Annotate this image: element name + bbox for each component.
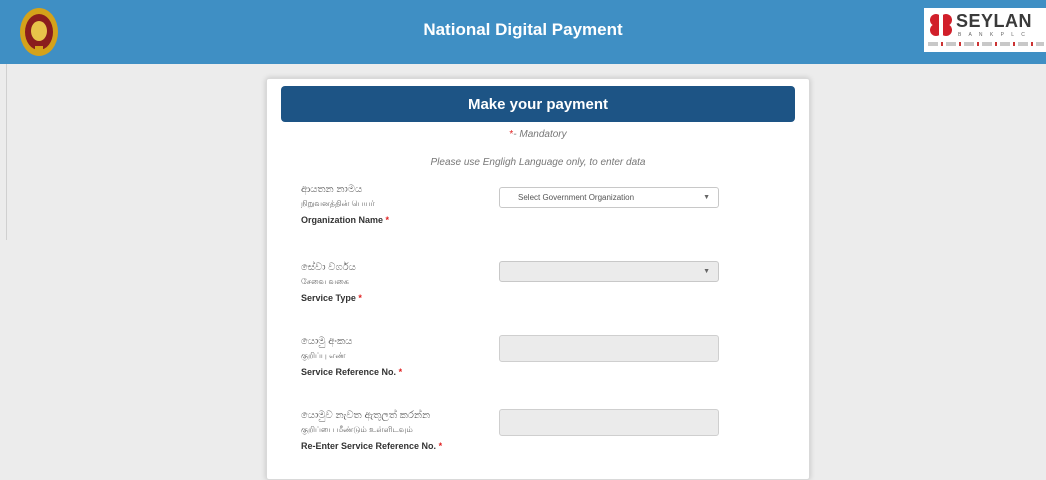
label-tamil: குறிப்பை மீண்டும் உள்ளிடவும் bbox=[301, 425, 413, 434]
mandatory-text: - Mandatory bbox=[513, 129, 567, 140]
label-sinhala: යොමු අංකය bbox=[301, 336, 353, 347]
seylan-mark-icon bbox=[930, 14, 952, 36]
label-tamil: சேவை வகை bbox=[301, 277, 349, 286]
language-note: Please use Engligh Language only, to ent… bbox=[430, 157, 646, 168]
bank-name: SEYLAN bbox=[956, 11, 1033, 31]
chevron-down-icon: ▼ bbox=[703, 268, 710, 275]
label-english: Re-Enter Service Reference No. * bbox=[301, 441, 443, 451]
app-title: National Digital Payment bbox=[423, 20, 623, 39]
bank-subline: B A N K P L C bbox=[958, 32, 1028, 38]
chevron-down-icon: ▼ bbox=[703, 194, 710, 201]
service-type-select[interactable]: ▼ bbox=[499, 261, 719, 282]
service-type-label: සේවා වර්ගය சேவை வகை Service Type * bbox=[301, 261, 501, 305]
payment-form-card: Make your payment *- Mandatory Please us… bbox=[266, 78, 810, 480]
label-sinhala: යොමුව නැවත ඇතුලත් කරන්න bbox=[301, 410, 431, 421]
label-english: Service Type * bbox=[301, 293, 362, 303]
organization-name-select[interactable]: Select Government Organization ▼ bbox=[499, 187, 719, 208]
selected-value: Select Government Organization bbox=[518, 193, 635, 202]
label-english: Organization Name * bbox=[301, 215, 390, 225]
top-header-bar: National Digital Payment SEYLAN B A N K … bbox=[0, 0, 1046, 64]
seylan-bank-logo: SEYLAN B A N K P L C bbox=[924, 8, 1046, 52]
mandatory-note: *- Mandatory bbox=[267, 129, 809, 140]
label-tamil: குறிப்பு எண் bbox=[301, 351, 346, 360]
label-sinhala: ආයතන නාමය bbox=[301, 184, 363, 195]
re-enter-reference-input[interactable] bbox=[499, 409, 719, 436]
re-enter-reference-label: යොමුව නැවත ඇතුලත් කරන්න குறிப்பை மீண்டும… bbox=[301, 409, 501, 453]
page-divider bbox=[6, 64, 7, 240]
form-title: Make your payment bbox=[281, 86, 795, 122]
bank-tagline bbox=[928, 42, 1044, 46]
label-sinhala: සේවා වර්ගය bbox=[301, 262, 356, 273]
service-reference-input[interactable] bbox=[499, 335, 719, 362]
label-english: Service Reference No. * bbox=[301, 367, 403, 377]
organization-name-label: ආයතන නාමය நிறுவனத்தின் பெயர் Organizatio… bbox=[301, 183, 501, 227]
label-tamil: நிறுவனத்தின் பெயர் bbox=[301, 199, 375, 208]
service-reference-label: යොමු අංකය குறிப்பு எண் Service Reference… bbox=[301, 335, 501, 379]
